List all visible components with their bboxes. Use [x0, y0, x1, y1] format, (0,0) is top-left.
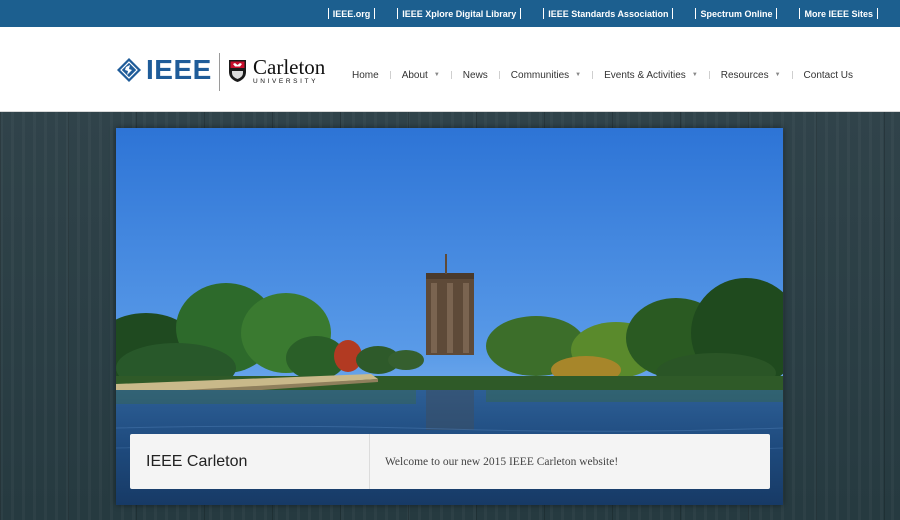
main-nav: Home About ▼ News Communities ▼ Events & A… [352, 67, 853, 83]
link-separator [327, 8, 329, 19]
link-separator [374, 8, 376, 19]
caption-title: IEEE Carleton [130, 434, 370, 489]
link-separator [520, 8, 522, 19]
nav-label: Home [352, 69, 379, 81]
chevron-down-icon: ▼ [774, 72, 781, 78]
chevron-down-icon: ▼ [433, 72, 440, 78]
ieee-logo[interactable]: IEEE [116, 56, 212, 84]
site-header: IEEE Carleton UNIVERSITY Home About ▼ New… [0, 27, 900, 112]
more-ieee-sites-link[interactable]: More IEEE Sites [804, 9, 873, 19]
ieee-xplore-link[interactable]: IEEE Xplore Digital Library [402, 9, 516, 19]
utility-bar: IEEE.org IEEE Xplore Digital Library IEE… [0, 0, 900, 27]
link-separator [397, 8, 399, 19]
nav-label: Communities [510, 69, 570, 81]
nav-contact-us[interactable]: Contact Us [804, 70, 853, 81]
link-separator [695, 8, 697, 19]
link-separator [672, 8, 674, 19]
ieee-wordmark: IEEE [146, 54, 212, 85]
carleton-logo[interactable]: Carleton UNIVERSITY [228, 57, 325, 85]
ieee-diamond-icon [117, 58, 141, 82]
nav-separator [708, 71, 710, 79]
link-separator [877, 8, 878, 19]
nav-separator [791, 71, 793, 79]
chevron-down-icon: ▼ [691, 72, 698, 78]
nav-label: Events & Activities [604, 69, 686, 81]
carleton-shield-icon [229, 60, 246, 82]
hero-caption: IEEE Carleton Welcome to our new 2015 IE… [130, 434, 770, 489]
nav-separator [450, 71, 452, 79]
link-separator [776, 8, 778, 19]
nav-separator [389, 71, 391, 79]
link-separator [799, 8, 801, 19]
nav-label: Resources [720, 69, 769, 81]
nav-events-activities[interactable]: Events & Activities ▼ [604, 70, 698, 81]
carleton-wordmark: Carleton [253, 55, 326, 79]
ieee-standards-link[interactable]: IEEE Standards Association [548, 9, 668, 19]
nav-resources[interactable]: Resources ▼ [721, 70, 781, 81]
ieee-links: IEEE.org IEEE Xplore Digital Library IEE… [324, 0, 882, 27]
nav-label: Contact Us [803, 69, 853, 81]
nav-label: About [401, 69, 428, 81]
nav-communities[interactable]: Communities ▼ [511, 70, 581, 81]
ieee-org-link[interactable]: IEEE.org [333, 9, 371, 19]
nav-news[interactable]: News [463, 70, 488, 81]
spectrum-online-link[interactable]: Spectrum Online [700, 9, 772, 19]
nav-separator [498, 71, 500, 79]
nav-separator [592, 71, 594, 79]
chevron-down-icon: ▼ [575, 72, 582, 78]
caption-description: Welcome to our new 2015 IEEE Carleton we… [385, 455, 619, 468]
nav-label: News [462, 69, 488, 81]
nav-home[interactable]: Home [352, 70, 379, 81]
nav-about[interactable]: About ▼ [402, 70, 440, 81]
link-separator [543, 8, 545, 19]
logo-divider [219, 53, 220, 91]
carleton-subtitle: UNIVERSITY [253, 78, 319, 85]
